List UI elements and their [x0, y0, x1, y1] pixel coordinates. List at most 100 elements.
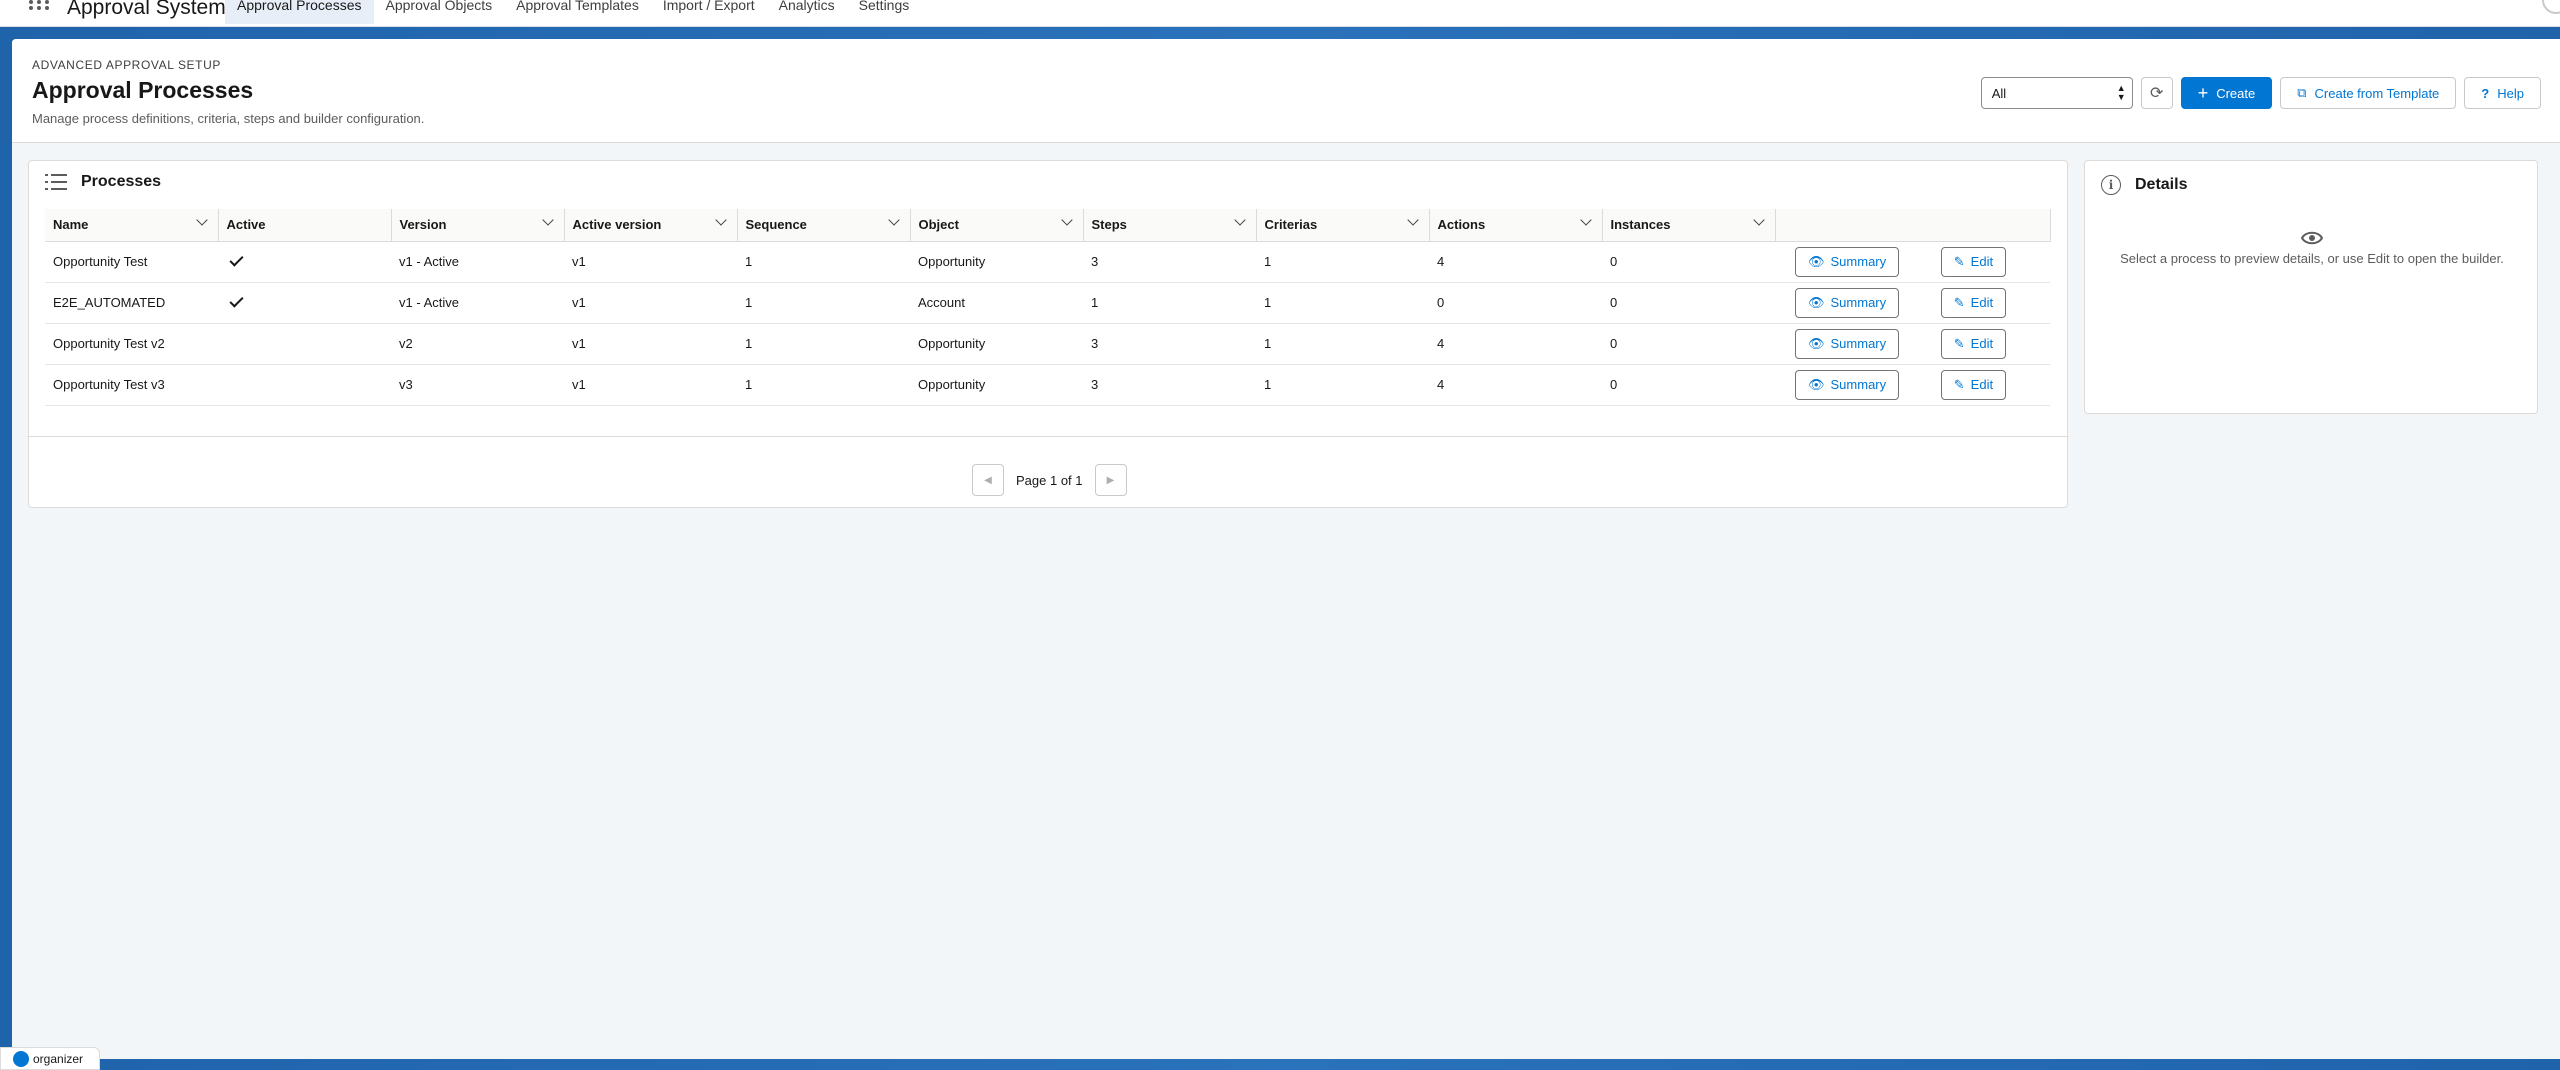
cell-row-actions: 👁 Summary ✎ Edit: [1775, 241, 2050, 283]
app-name: Approval System: [67, 0, 226, 19]
app-launcher-icon[interactable]: [29, 0, 53, 17]
cell-criterias: 1: [1256, 364, 1429, 406]
chevron-down-icon[interactable]: [195, 214, 208, 226]
cell-actions: 0: [1429, 282, 1602, 324]
table-header-row: Name Active Version Active version Seque…: [45, 209, 2051, 242]
edit-button[interactable]: ✎ Edit: [1940, 369, 2007, 400]
column-header-sequence[interactable]: Sequence: [737, 209, 911, 242]
organizer-widget[interactable]: organizer: [0, 1047, 100, 1070]
tab-settings[interactable]: Settings: [847, 0, 922, 24]
page-indicator: Page 1 of 1: [1016, 472, 1083, 488]
chevron-right-icon: ▶: [1106, 474, 1115, 486]
cell-instances: 0: [1602, 282, 1775, 324]
cell-sequence: 1: [737, 364, 910, 406]
chevron-down-icon[interactable]: [887, 214, 900, 226]
table-row[interactable]: Opportunity Test v1 - Active v1 1 Opport…: [45, 241, 2050, 283]
eye-icon: 👁: [1808, 294, 1825, 310]
table-row[interactable]: Opportunity Test v3 v3 v1 1 Opportunity …: [45, 364, 2050, 406]
info-icon: i: [2101, 175, 2121, 195]
summary-button[interactable]: 👁 Summary: [1795, 287, 1900, 318]
details-empty-state: Select a process to preview details, or …: [2085, 231, 2539, 266]
edit-button[interactable]: ✎ Edit: [1940, 246, 2007, 277]
column-header-steps[interactable]: Steps: [1083, 209, 1257, 242]
pagination: ◀ Page 1 of 1 ▶: [972, 464, 1127, 496]
cell-version: v2: [391, 323, 564, 365]
column-header-object[interactable]: Object: [910, 209, 1084, 242]
column-header-name[interactable]: Name: [45, 209, 219, 242]
cell-active-version: v1: [564, 323, 737, 365]
edit-button[interactable]: ✎ Edit: [1940, 287, 2007, 318]
column-header-criterias[interactable]: Criterias: [1256, 209, 1430, 242]
tab-approval-processes[interactable]: Approval Processes: [225, 0, 374, 24]
column-header-actions[interactable]: Actions: [1429, 209, 1603, 242]
cell-steps: 3: [1083, 241, 1256, 283]
column-header-instances[interactable]: Instances: [1602, 209, 1776, 242]
global-nav: Approval System Approval Processes Appro…: [0, 0, 2560, 27]
page-title: Approval Processes: [32, 77, 254, 103]
organizer-label: organizer: [33, 1051, 84, 1066]
tab-approval-objects[interactable]: Approval Objects: [374, 0, 505, 24]
checkmark-icon: [229, 293, 244, 308]
chevron-down-icon[interactable]: [1579, 214, 1592, 226]
cell-version: v3: [391, 364, 564, 406]
cell-name: Opportunity Test: [45, 241, 218, 283]
cell-object: Opportunity: [910, 364, 1083, 406]
chevron-down-icon[interactable]: [1060, 214, 1073, 226]
tab-analytics[interactable]: Analytics: [767, 0, 847, 24]
help-button[interactable]: ? Help: [2464, 77, 2541, 109]
cell-row-actions: 👁 Summary ✎ Edit: [1775, 323, 2050, 365]
column-header-active[interactable]: Active: [218, 209, 392, 242]
eye-icon: 👁: [1808, 335, 1825, 351]
table-row[interactable]: Opportunity Test v2 v2 v1 1 Opportunity …: [45, 323, 2050, 365]
refresh-button[interactable]: ⟳: [2140, 77, 2173, 109]
cell-actions: 4: [1429, 364, 1602, 406]
cell-version: v1 - Active: [391, 282, 564, 324]
page-header: ADVANCED APPROVAL SETUP Approval Process…: [12, 39, 2560, 143]
pencil-icon: ✎: [1953, 376, 1965, 392]
summary-button[interactable]: 👁 Summary: [1795, 328, 1900, 359]
table-row[interactable]: E2E_AUTOMATED v1 - Active v1 1 Account 1…: [45, 282, 2050, 324]
tab-approval-templates[interactable]: Approval Templates: [504, 0, 651, 24]
previous-page-button[interactable]: ◀: [972, 464, 1004, 496]
cell-steps: 3: [1083, 364, 1256, 406]
create-button[interactable]: + Create: [2180, 77, 2273, 109]
eye-icon: 👁: [1808, 376, 1825, 392]
header-actions: All ▲ ▼ ⟳ + Create ⧉ Create from Template…: [1980, 77, 2541, 109]
summary-button[interactable]: 👁 Summary: [1795, 246, 1900, 277]
cell-steps: 3: [1083, 323, 1256, 365]
cell-name: E2E_AUTOMATED: [45, 282, 218, 324]
cell-active: [218, 364, 391, 406]
tab-import-export[interactable]: Import / Export: [651, 0, 767, 24]
cell-active-version: v1: [564, 282, 737, 324]
column-header-version[interactable]: Version: [391, 209, 565, 242]
cell-active: [218, 241, 391, 283]
create-from-template-button[interactable]: ⧉ Create from Template: [2280, 77, 2457, 109]
checkmark-icon: [229, 252, 244, 267]
chevron-down-icon[interactable]: [1406, 214, 1419, 226]
chevron-down-icon[interactable]: [1752, 214, 1765, 226]
processes-table: Name Active Version Active version Seque…: [45, 209, 2051, 406]
create-button-label: Create: [2216, 85, 2256, 101]
cell-instances: 0: [1602, 364, 1775, 406]
refresh-icon: ⟳: [2149, 85, 2164, 102]
edit-button[interactable]: ✎ Edit: [1940, 328, 2007, 359]
cell-criterias: 1: [1256, 241, 1429, 283]
cell-sequence: 1: [737, 241, 910, 283]
plus-icon: +: [2197, 83, 2209, 103]
next-page-button[interactable]: ▶: [1094, 464, 1127, 496]
create-from-template-label: Create from Template: [2314, 85, 2440, 101]
cell-row-actions: 👁 Summary ✎ Edit: [1775, 282, 2050, 324]
chevron-down-icon[interactable]: [541, 214, 554, 226]
page-description: Manage process definitions, criteria, st…: [32, 111, 425, 126]
details-empty-text: Select a process to preview details, or …: [2120, 251, 2504, 266]
column-header-active-version[interactable]: Active version: [564, 209, 738, 242]
filter-select[interactable]: All ▲ ▼: [1980, 77, 2133, 109]
help-button-label: Help: [2497, 85, 2524, 101]
chevron-down-icon[interactable]: [714, 214, 727, 226]
user-avatar[interactable]: [2542, 0, 2560, 14]
chevron-down-icon[interactable]: [1233, 214, 1246, 226]
summary-button[interactable]: 👁 Summary: [1795, 369, 1900, 400]
cell-object: Opportunity: [910, 241, 1083, 283]
organizer-logo-icon: [13, 1050, 29, 1067]
cell-active-version: v1: [564, 241, 737, 283]
